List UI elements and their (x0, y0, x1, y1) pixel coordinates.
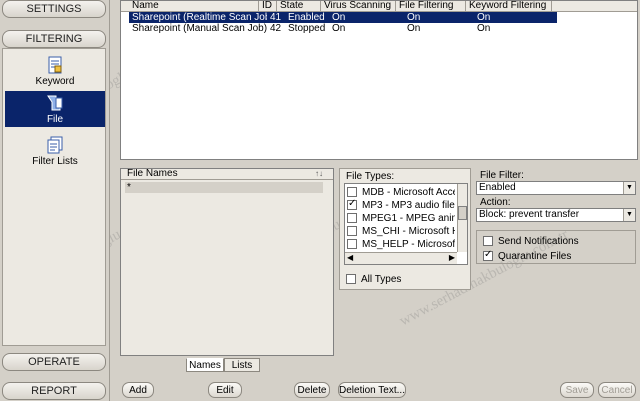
file-types-vertical-scrollbar[interactable] (457, 184, 467, 252)
cell-file-filtering: On (407, 23, 421, 34)
left-navigation: SETTINGS FILTERING Keyword File Filter L… (0, 0, 110, 401)
file-filter-icon (47, 95, 63, 111)
file-type-label: MS_CHI - Microsoft Help (362, 225, 455, 237)
file-type-label: MPEG1 - MPEG animation (362, 212, 455, 224)
file-type-item-ms-help[interactable]: MS_HELP - Microsoft Help (347, 238, 455, 250)
cell-keyword-filtering: On (477, 23, 491, 34)
send-notifications-row[interactable]: Send Notifications (483, 235, 579, 247)
file-names-header[interactable]: File Names ↑↓ (121, 169, 333, 180)
settings-button[interactable]: SETTINGS (2, 0, 106, 18)
checkbox-checked[interactable] (347, 199, 357, 210)
column-header-state[interactable]: State (277, 1, 321, 11)
options-box: Send Notifications Quarantine Files (476, 230, 636, 264)
file-types-group: File Types: MDB - Microsoft Access [ MP3… (339, 168, 471, 290)
nav-item-file[interactable]: File (5, 91, 105, 127)
column-header-virus-scanning[interactable]: Virus Scanning (321, 1, 396, 11)
file-type-item-mpeg1[interactable]: MPEG1 - MPEG animation (347, 212, 455, 224)
tab-lists[interactable]: Lists (224, 358, 260, 372)
nav-item-label: Keyword (35, 76, 75, 87)
cell-id: 41 (270, 12, 282, 23)
column-header-id[interactable]: ID (259, 1, 277, 11)
add-button[interactable]: Add (122, 382, 154, 398)
chevron-down-icon[interactable]: ▼ (623, 209, 635, 221)
cell-state: Stopped (288, 23, 326, 34)
filter-lists-icon (47, 136, 63, 154)
file-filter-group: File Filter: Enabled ▼ Action: Block: pr… (474, 168, 638, 288)
checkbox[interactable] (347, 187, 357, 197)
file-types-horizontal-scrollbar[interactable]: ◀ ▶ (345, 252, 457, 264)
action-select[interactable]: Block: prevent transfer ▼ (476, 208, 636, 222)
cell-file-filtering: On (407, 12, 421, 23)
checkbox[interactable] (347, 213, 357, 223)
file-names-row[interactable]: * (125, 182, 323, 193)
column-header-name[interactable]: Name (121, 1, 259, 11)
file-type-item-mdb[interactable]: MDB - Microsoft Access [ (347, 186, 455, 198)
file-names-empty-area (121, 195, 333, 355)
checkbox[interactable] (483, 236, 493, 246)
file-type-item-mp3[interactable]: MP3 - MP3 audio file (MP (347, 199, 455, 211)
report-button[interactable]: REPORT (2, 382, 106, 400)
sort-arrows-icon[interactable]: ↑↓ (315, 169, 323, 179)
cell-virus-scanning: On (332, 23, 346, 34)
cell-name: Sharepoint (Manual Scan Job) (132, 23, 267, 34)
checkbox[interactable] (347, 226, 357, 236)
cancel-button[interactable]: Cancel (598, 382, 636, 398)
filtering-panel: Keyword File Filter Lists (2, 48, 106, 346)
nav-item-keyword[interactable]: Keyword (5, 53, 105, 89)
file-filter-select[interactable]: Enabled ▼ (476, 181, 636, 195)
file-type-label: MDB - Microsoft Access [ (362, 186, 455, 198)
action-value: Block: prevent transfer (479, 209, 580, 220)
file-type-item-ms-chi[interactable]: MS_CHI - Microsoft Help (347, 225, 455, 237)
file-filter-value: Enabled (479, 182, 516, 193)
checkbox[interactable] (346, 274, 356, 284)
quarantine-files-row[interactable]: Quarantine Files (483, 250, 571, 262)
delete-button[interactable]: Delete (294, 382, 330, 398)
file-type-label: MS_HELP - Microsoft Help (362, 238, 455, 250)
save-button[interactable]: Save (560, 382, 594, 398)
send-notifications-label: Send Notifications (498, 235, 579, 247)
filtering-button[interactable]: FILTERING (2, 30, 106, 48)
file-names-header-label: File Names (127, 169, 178, 179)
scroll-right-icon[interactable]: ▶ (449, 253, 455, 262)
operate-button[interactable]: OPERATE (2, 353, 106, 371)
jobs-table-header: Name ID State Virus Scanning File Filter… (121, 1, 637, 12)
file-filter-label: File Filter: (480, 170, 524, 181)
jobs-table: Name ID State Virus Scanning File Filter… (120, 0, 638, 160)
all-types-checkbox-row[interactable]: All Types (346, 273, 401, 285)
cell-id: 42 (270, 23, 282, 34)
cell-virus-scanning: On (332, 12, 346, 23)
deletion-text-button[interactable]: Deletion Text... (338, 382, 406, 398)
scroll-thumb[interactable] (458, 206, 467, 220)
checkbox[interactable] (347, 239, 357, 249)
edit-button[interactable]: Edit (208, 382, 242, 398)
checkbox-checked[interactable] (483, 250, 493, 261)
file-names-list: File Names ↑↓ * (120, 168, 334, 356)
file-type-label: MP3 - MP3 audio file (MP (362, 199, 455, 211)
tab-names[interactable]: Names (186, 358, 224, 372)
all-types-label: All Types (361, 273, 402, 285)
cell-state: Enabled (288, 12, 325, 23)
table-row[interactable]: Sharepoint (Realtime Scan Job) 41 Enable… (129, 12, 557, 23)
quarantine-files-label: Quarantine Files (498, 250, 572, 262)
cell-name: Sharepoint (Realtime Scan Job) (132, 12, 267, 23)
nav-item-label: File (46, 114, 64, 125)
column-header-file-filtering[interactable]: File Filtering (396, 1, 466, 11)
column-header-keyword-filtering[interactable]: Keyword Filtering (466, 1, 552, 11)
table-row[interactable]: Sharepoint (Manual Scan Job) 42 Stopped … (129, 23, 557, 34)
cell-keyword-filtering: On (477, 12, 491, 23)
nav-item-label: Filter Lists (32, 156, 78, 167)
scroll-left-icon[interactable]: ◀ (347, 253, 353, 262)
action-label: Action: (480, 197, 511, 208)
nav-item-filter-lists[interactable]: Filter Lists (5, 133, 105, 169)
keyword-icon (48, 56, 62, 74)
chevron-down-icon[interactable]: ▼ (623, 182, 635, 194)
file-types-list[interactable]: MDB - Microsoft Access [ MP3 - MP3 audio… (344, 183, 468, 265)
file-types-label: File Types: (346, 171, 395, 182)
